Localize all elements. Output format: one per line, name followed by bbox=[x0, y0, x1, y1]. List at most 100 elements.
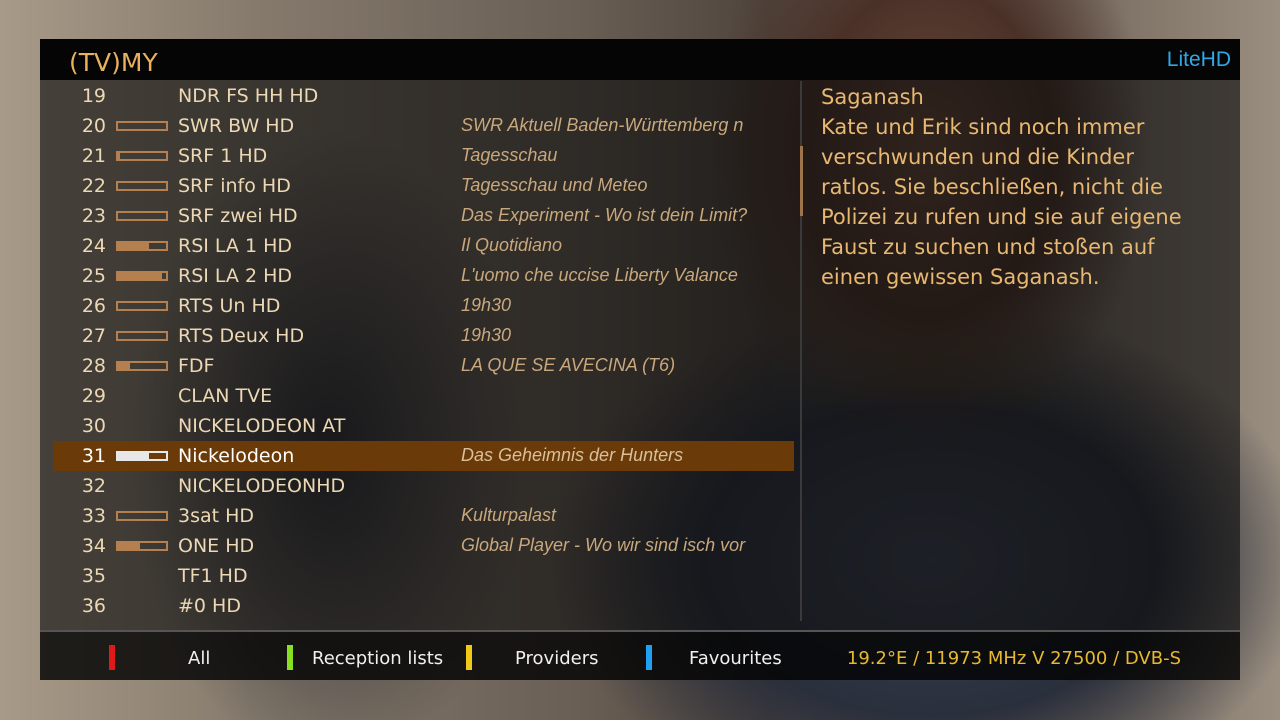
event-progress-bar bbox=[116, 361, 168, 371]
channel-row[interactable]: 28 FDF LA QUE SE AVECINA (T6) bbox=[54, 351, 794, 381]
channel-number: 33 bbox=[81, 505, 106, 527]
current-event: 19h30 bbox=[461, 295, 512, 315]
blue-key-icon bbox=[646, 645, 652, 670]
channel-number: 19 bbox=[81, 85, 106, 107]
channel-row[interactable]: 30 NICKELODEON AT bbox=[54, 411, 794, 441]
channel-name: #0 HD bbox=[178, 595, 241, 617]
current-event: Das Experiment - Wo ist dein Limit? bbox=[461, 205, 748, 225]
red-key-icon bbox=[109, 645, 115, 670]
event-progress-bar bbox=[116, 241, 168, 251]
channel-name: NDR FS HH HD bbox=[178, 85, 319, 107]
channel-name: SRF 1 HD bbox=[178, 145, 268, 167]
channel-number: 34 bbox=[81, 535, 106, 557]
channel-name: NICKELODEON AT bbox=[178, 415, 346, 437]
description-line: verschwunden und die Kinder bbox=[821, 145, 1134, 169]
event-progress-bar bbox=[116, 121, 168, 131]
current-event: Tagesschau und Meteo bbox=[461, 175, 648, 195]
green-key-icon bbox=[287, 645, 293, 670]
current-event: L'uomo che uccise Liberty Valance bbox=[461, 265, 738, 285]
event-progress-bar bbox=[116, 451, 168, 461]
current-event: 19h30 bbox=[461, 325, 512, 345]
channel-row[interactable]: 23 SRF zwei HD Das Experiment - Wo ist dei… bbox=[54, 201, 794, 231]
app-logo: (TV)MY bbox=[69, 48, 158, 77]
channel-row[interactable]: 27 RTS Deux HD 19h30 bbox=[54, 321, 794, 351]
channel-name: TF1 HD bbox=[178, 565, 248, 587]
event-progress-bar bbox=[116, 541, 168, 551]
yellow-key-icon bbox=[466, 645, 472, 670]
event-progress-bar bbox=[116, 181, 168, 191]
channel-name: RTS Deux HD bbox=[178, 325, 305, 347]
event-progress-fill bbox=[118, 453, 150, 459]
channel-number: 22 bbox=[81, 175, 106, 197]
current-event: Tagesschau bbox=[461, 145, 558, 165]
event-progress-bar bbox=[116, 301, 168, 311]
channel-row[interactable]: 33 3sat HD Kulturpalast bbox=[54, 501, 794, 531]
description-line: einen gewissen Saganash. bbox=[821, 265, 1100, 289]
current-event: SWR Aktuell Baden-Württemberg n bbox=[461, 115, 744, 135]
channel-row[interactable]: 26 RTS Un HD 19h30 bbox=[54, 291, 794, 321]
channel-number: 29 bbox=[81, 385, 106, 407]
current-event: Il Quotidiano bbox=[461, 235, 563, 255]
skin-name: LiteHD bbox=[1166, 48, 1231, 71]
channel-row[interactable]: 20 SWR BW HD SWR Aktuell Baden-Württemberg… bbox=[54, 111, 794, 141]
channel-number: 20 bbox=[81, 115, 106, 137]
all-button[interactable]: All bbox=[188, 648, 210, 669]
event-progress-bar bbox=[116, 331, 168, 341]
channel-number: 26 bbox=[81, 295, 106, 317]
footer-divider bbox=[40, 630, 1240, 632]
current-event: Kulturpalast bbox=[461, 505, 557, 525]
current-event: LA QUE SE AVECINA (T6) bbox=[461, 355, 676, 375]
channel-row[interactable]: 36 #0 HD bbox=[54, 591, 794, 621]
channel-number: 36 bbox=[81, 595, 106, 617]
event-progress-bar bbox=[116, 271, 168, 281]
channel-name: 3sat HD bbox=[178, 505, 255, 527]
channel-number: 32 bbox=[81, 475, 106, 497]
channel-number: 25 bbox=[81, 265, 106, 287]
event-progress-fill bbox=[118, 363, 130, 369]
channel-row[interactable]: 24 RSI LA 1 HD Il Quotidiano bbox=[54, 231, 794, 261]
event-progress-fill bbox=[118, 243, 150, 249]
channel-name: RTS Un HD bbox=[178, 295, 281, 317]
current-event: Das Geheimnis der Hunters bbox=[461, 445, 684, 465]
channel-name: RSI LA 1 HD bbox=[178, 235, 293, 257]
channel-name: FDF bbox=[178, 355, 215, 377]
description-line: Polizei zu rufen und sie auf eigene bbox=[821, 205, 1182, 229]
channel-number: 30 bbox=[81, 415, 106, 437]
channel-number: 23 bbox=[81, 205, 106, 227]
channel-name: SWR BW HD bbox=[178, 115, 295, 137]
event-title: Saganash bbox=[821, 85, 924, 109]
channel-row[interactable]: 21 SRF 1 HD Tagesschau bbox=[54, 141, 794, 171]
favourites-button[interactable]: Favourites bbox=[689, 648, 782, 669]
channel-number: 31 bbox=[81, 445, 106, 467]
channel-row[interactable]: 35 TF1 HD bbox=[54, 561, 794, 591]
channel-number: 35 bbox=[81, 565, 106, 587]
channel-row[interactable]: 32 NICKELODEONHD bbox=[54, 471, 794, 501]
channel-row[interactable]: 34 ONE HD Global Player - Wo wir sind isch… bbox=[54, 531, 794, 561]
description-line: Kate und Erik sind noch immer bbox=[821, 115, 1145, 139]
channel-name: NICKELODEONHD bbox=[178, 475, 346, 497]
description-line: Faust zu suchen und stoßen auf bbox=[821, 235, 1155, 259]
channel-row[interactable]: 22 SRF info HD Tagesschau und Meteo bbox=[54, 171, 794, 201]
channel-row[interactable]: 25 RSI LA 2 HD L'uomo che uccise Liberty V… bbox=[54, 261, 794, 291]
channel-number: 28 bbox=[81, 355, 106, 377]
scrollbar-thumb[interactable] bbox=[800, 146, 803, 216]
channel-name: Nickelodeon bbox=[178, 445, 295, 467]
channel-name: CLAN TVE bbox=[178, 385, 273, 407]
channel-row[interactable]: 19 NDR FS HH HD bbox=[54, 81, 794, 111]
reception-lists-button[interactable]: Reception lists bbox=[312, 648, 443, 669]
channel-number: 24 bbox=[81, 235, 106, 257]
channel-number: 21 bbox=[81, 145, 106, 167]
providers-button[interactable]: Providers bbox=[515, 648, 599, 669]
event-progress-fill bbox=[118, 153, 121, 159]
channel-row-selected[interactable]: 31 Nickelodeon Das Geheimnis der Hunters bbox=[54, 441, 794, 471]
channel-name: SRF info HD bbox=[178, 175, 291, 197]
event-progress-fill bbox=[118, 273, 163, 279]
channel-name: SRF zwei HD bbox=[178, 205, 298, 227]
channel-name: RSI LA 2 HD bbox=[178, 265, 293, 287]
channel-row[interactable]: 29 CLAN TVE bbox=[54, 381, 794, 411]
event-description: Saganash Kate und Erik sind noch immer ver… bbox=[821, 82, 1221, 292]
event-progress-bar bbox=[116, 511, 168, 521]
channel-name: ONE HD bbox=[178, 535, 255, 557]
channel-list[interactable]: 19 NDR FS HH HD 20 SWR BW HD SWR Aktuell Bad… bbox=[54, 81, 794, 621]
current-event: Global Player - Wo wir sind isch vor bbox=[461, 535, 746, 555]
